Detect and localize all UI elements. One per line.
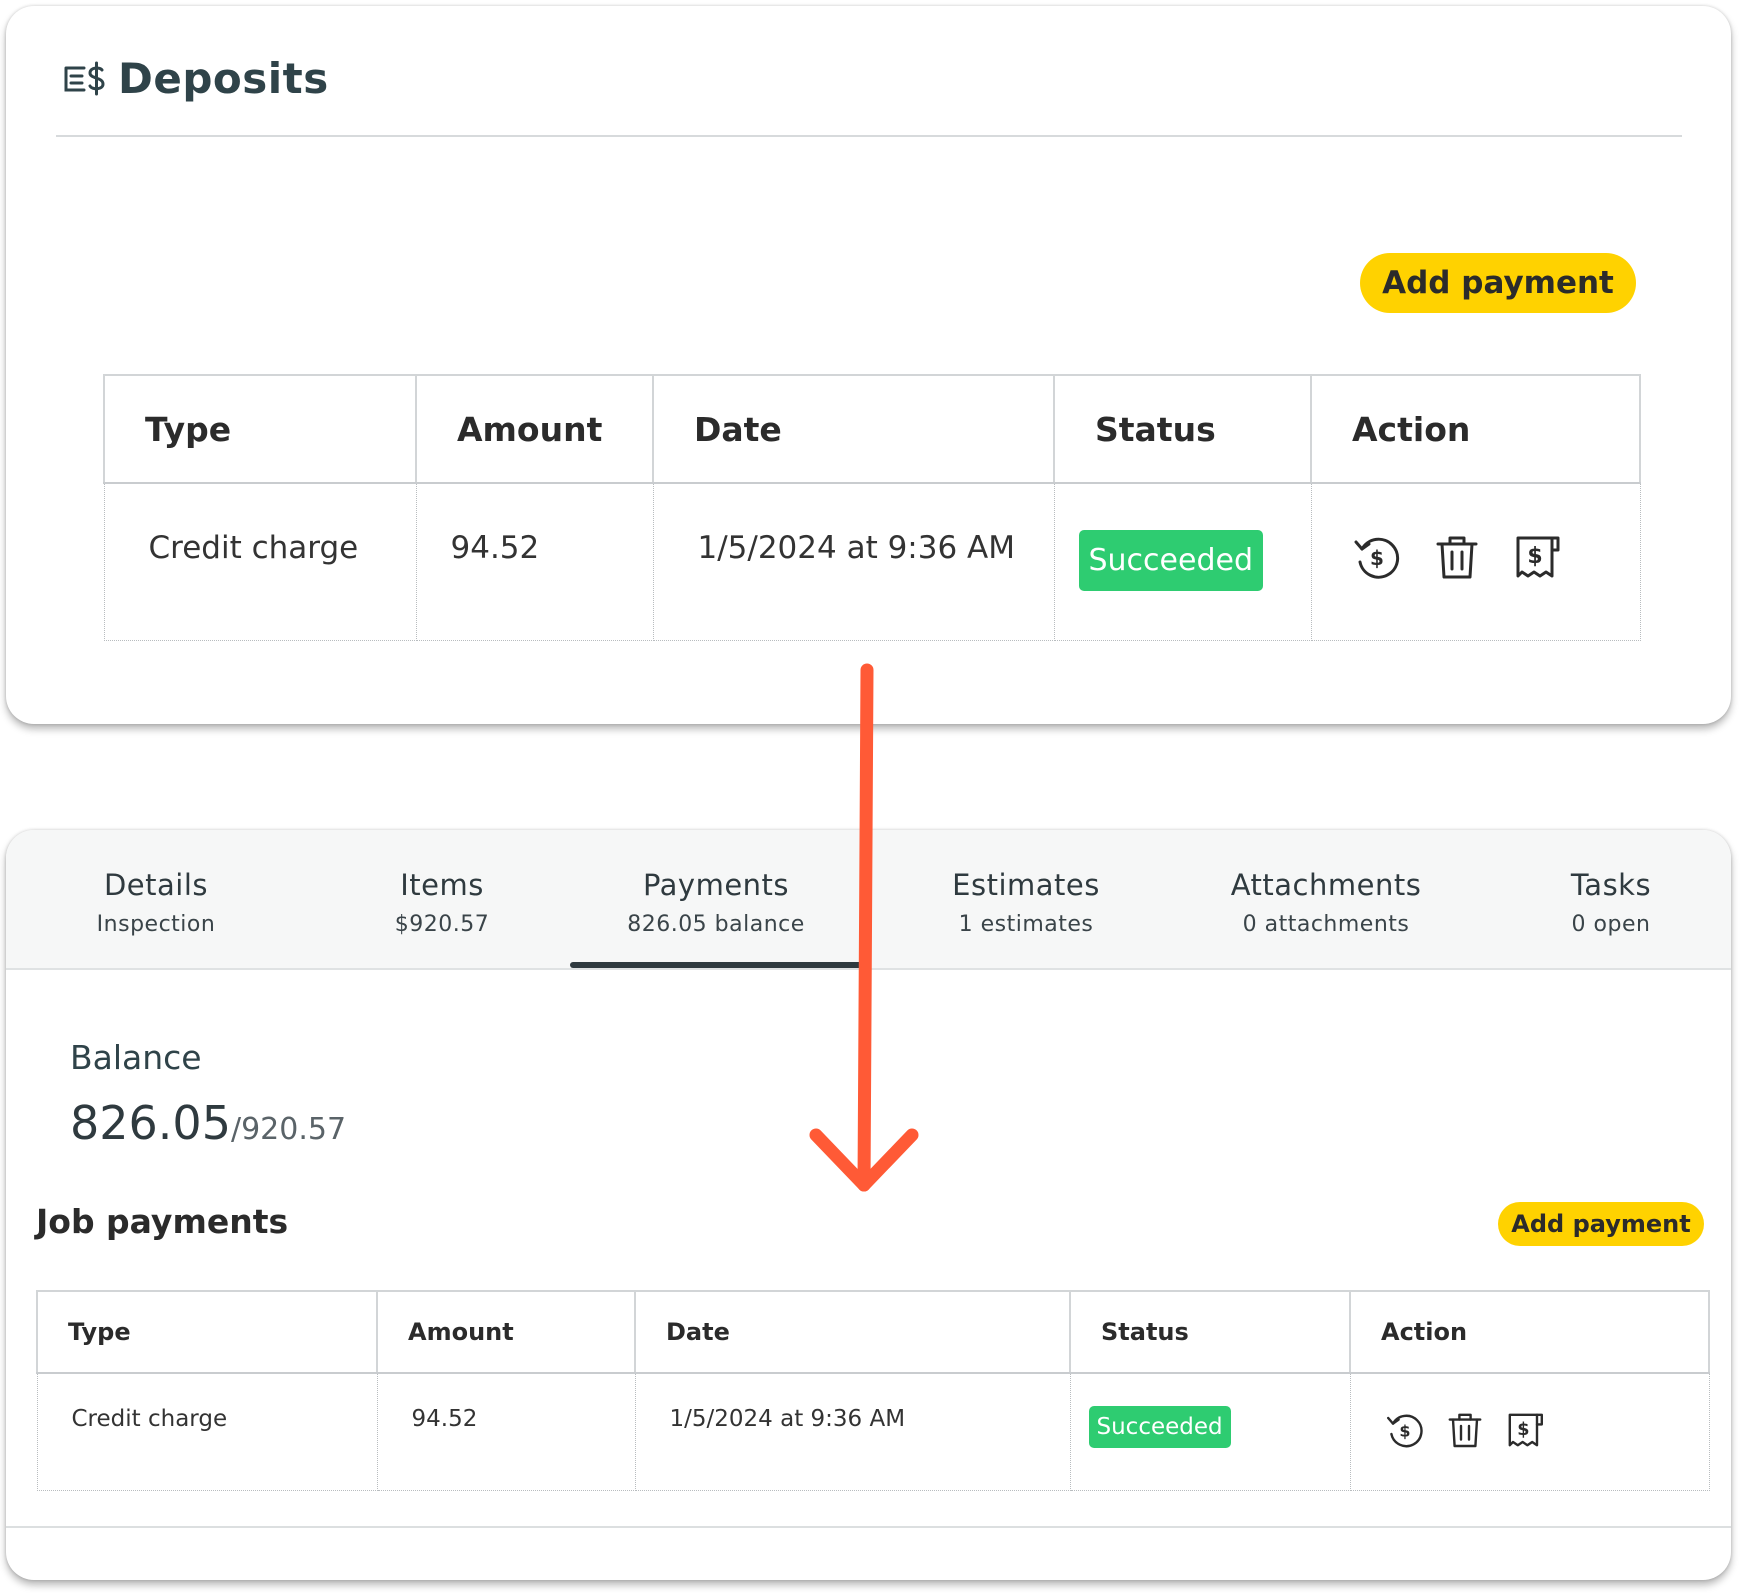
deposits-card: Deposits Add payment Type Amount Date St… (6, 6, 1731, 724)
column-header-status: Status (1053, 374, 1312, 484)
balance-total: /920.57 (230, 1112, 347, 1147)
cell-status: Succeeded (1069, 1372, 1351, 1491)
type-value: Credit charge (148, 530, 359, 566)
tab-details[interactable]: Details Inspection (76, 868, 236, 937)
tab-sublabel: 1 estimates (958, 912, 1094, 937)
tab-estimates[interactable]: Estimates 1 estimates (926, 868, 1126, 937)
cell-amount: 94.52 (415, 482, 654, 641)
table-row: Credit charge 94.52 1/5/2024 at 9:36 AM … (36, 1372, 1710, 1491)
balance-label: Balance (70, 1038, 202, 1077)
amount-value: 94.52 (450, 530, 540, 566)
column-header-amount: Amount (376, 1290, 636, 1374)
cell-type: Credit charge (103, 482, 417, 641)
deposits-header: Deposits (62, 48, 329, 108)
tab-label: Items (400, 868, 484, 902)
cell-date: 1/5/2024 at 9:36 AM (652, 482, 1055, 641)
job-tabs: Details Inspection Items $920.57 Payment… (6, 830, 1731, 970)
cell-amount: 94.52 (376, 1372, 636, 1491)
trash-icon[interactable] (1432, 532, 1482, 582)
table-header-row: Type Amount Date Status Action (36, 1290, 1710, 1374)
cell-type: Credit charge (36, 1372, 378, 1491)
receipt-icon[interactable]: $ (1512, 532, 1562, 582)
add-payment-button[interactable]: Add payment (1360, 253, 1636, 313)
tab-sublabel: $920.57 (394, 912, 490, 937)
column-header-type: Type (36, 1290, 378, 1374)
status-badge: Succeeded (1078, 530, 1264, 591)
svg-text:$: $ (1370, 546, 1384, 570)
tab-attachments[interactable]: Attachments 0 attachments (1206, 868, 1446, 937)
row-actions: $ $ (1352, 532, 1640, 582)
bottom-divider (6, 1526, 1731, 1528)
tab-sublabel: 0 attachments (1242, 912, 1410, 937)
header-divider (56, 135, 1682, 137)
refund-icon[interactable]: $ (1385, 1410, 1425, 1450)
tab-label: Attachments (1230, 868, 1422, 902)
tab-items[interactable]: Items $920.57 (362, 868, 522, 937)
column-header-action: Action (1310, 374, 1641, 484)
job-payments-card: Details Inspection Items $920.57 Payment… (6, 830, 1731, 1580)
date-value: 1/5/2024 at 9:36 AM (669, 1406, 906, 1432)
job-payments-title: Job payments (36, 1202, 289, 1241)
column-header-amount: Amount (415, 374, 654, 484)
column-header-status: Status (1069, 1290, 1351, 1374)
table-row: Credit charge 94.52 1/5/2024 at 9:36 AM … (103, 482, 1641, 641)
column-header-date: Date (634, 1290, 1071, 1374)
cell-action: $ $ (1310, 482, 1641, 641)
table-header-row: Type Amount Date Status Action (103, 374, 1641, 484)
deposits-table: Type Amount Date Status Action Credit ch… (103, 374, 1641, 641)
trash-icon[interactable] (1445, 1410, 1485, 1450)
tab-payments[interactable]: Payments 826.05 balance (606, 868, 826, 937)
tab-label: Tasks (1570, 868, 1652, 902)
tab-sublabel: 826.05 balance (627, 912, 805, 937)
receipt-icon[interactable]: $ (1505, 1410, 1545, 1450)
deposit-money-icon (64, 61, 105, 96)
svg-text:$: $ (1399, 1421, 1410, 1440)
column-header-date: Date (652, 374, 1055, 484)
tab-label: Details (103, 868, 209, 902)
job-payments-table: Type Amount Date Status Action Credit ch… (36, 1290, 1710, 1491)
balance-amount: 826.05 (70, 1096, 231, 1150)
column-header-action: Action (1349, 1290, 1710, 1374)
cell-date: 1/5/2024 at 9:36 AM (634, 1372, 1071, 1491)
cell-action: $ $ (1349, 1372, 1710, 1491)
active-tab-indicator (570, 962, 862, 968)
svg-text:$: $ (1527, 544, 1542, 569)
date-value: 1/5/2024 at 9:36 AM (697, 530, 1016, 566)
cell-status: Succeeded (1053, 482, 1312, 641)
tab-label: Payments (642, 868, 790, 902)
deposits-title: Deposits (118, 53, 329, 103)
type-value: Credit charge (71, 1406, 228, 1432)
svg-text:$: $ (1517, 1420, 1529, 1440)
tab-sublabel: 0 open (1571, 912, 1651, 937)
tab-sublabel: Inspection (96, 912, 216, 937)
amount-value: 94.52 (411, 1406, 478, 1432)
tab-label: Estimates (952, 868, 1100, 902)
balance-value: 826.05/920.57 (70, 1096, 346, 1150)
add-payment-button[interactable]: Add payment (1498, 1202, 1704, 1246)
row-actions: $ $ (1385, 1410, 1709, 1450)
refund-icon[interactable]: $ (1352, 532, 1402, 582)
status-badge: Succeeded (1088, 1406, 1231, 1448)
column-header-type: Type (103, 374, 417, 484)
tab-tasks[interactable]: Tasks 0 open (1541, 868, 1681, 937)
